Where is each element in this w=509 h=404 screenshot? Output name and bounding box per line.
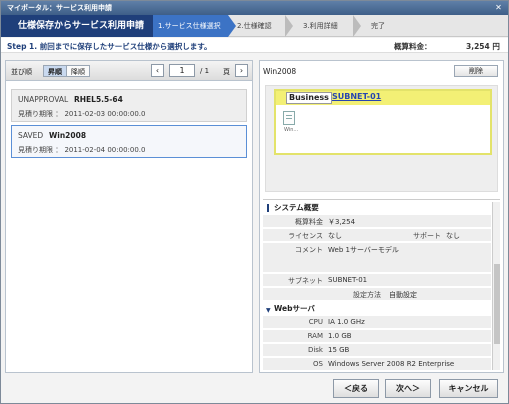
setting-label: 設定方法 xyxy=(353,291,381,299)
item-name: Win2008 xyxy=(49,131,87,140)
item-name: RHEL5.5-64 xyxy=(74,95,123,104)
detail-row: 概算料金 ￥3,254 xyxy=(263,215,491,228)
next-page-icon[interactable]: › xyxy=(235,64,248,77)
item-expiry: 見積り期限 ： 2011-02-04 00:00:00.0 xyxy=(18,146,146,154)
window-title: マイポータル：サービス利用申請 xyxy=(7,4,112,12)
step-arrow xyxy=(353,15,361,37)
cancel-button[interactable]: キャンセル xyxy=(439,379,498,398)
detail-row: RAM 1.0 GB xyxy=(263,330,491,343)
page-total: / 1 xyxy=(200,67,210,75)
subnet-link[interactable]: SUBNET-01 xyxy=(332,92,381,101)
wizard-step-3: 3.利用詳細 xyxy=(303,22,338,30)
spec-detail-panel: Win2008 削除 Business SUBNET-01 Win... システ… xyxy=(259,60,504,373)
spec-details: システム概要 概算料金 ￥3,254 ライセンス なし サポート なし コメント We… xyxy=(263,199,500,371)
wizard-step-1: 1.サービス仕様選択 xyxy=(153,15,228,37)
detail-row: コメント Web 1サーバーモデル xyxy=(263,243,491,273)
estimated-fee-value: 3,254 円 xyxy=(466,42,500,51)
delete-button[interactable]: 削除 xyxy=(454,65,498,77)
page-select[interactable]: 1 xyxy=(169,64,195,77)
sort-desc-button[interactable]: 降順 xyxy=(66,65,90,77)
system-section-heading: システム概要 xyxy=(263,202,491,213)
dialog-window: マイポータル：サービス利用申請 ✕ 仕様保存からサービス利用申請 1.サービス仕… xyxy=(0,0,509,404)
wizard-step-4: 完了 xyxy=(371,22,385,30)
server-label: Win... xyxy=(284,127,299,133)
collapse-icon[interactable]: ▼ xyxy=(266,305,271,316)
page-unit: 頁 xyxy=(223,68,230,76)
wizard-step-2: 2.仕様確認 xyxy=(237,22,272,30)
step-instruction-bar: Step 1. 前回までに保存したサービス仕様から選択します。 概算料金： 3,… xyxy=(1,38,508,53)
scrollbar-thumb[interactable] xyxy=(494,264,500,344)
business-header: Business SUBNET-01 xyxy=(276,91,490,105)
item-status: SAVED xyxy=(18,131,44,140)
detail-row: Disk 15 GB xyxy=(263,344,491,357)
support-label: サポート xyxy=(413,232,441,240)
detail-row: ライセンス なし サポート なし xyxy=(263,229,491,242)
detail-row: 設定方法 自動設定 xyxy=(263,288,491,301)
sort-label: 並び順 xyxy=(11,68,32,76)
system-diagram: Business SUBNET-01 Win... xyxy=(265,85,498,192)
step-arrow xyxy=(228,15,236,37)
support-value: なし xyxy=(446,232,460,240)
sort-asc-button[interactable]: 昇順 xyxy=(43,65,67,77)
saved-spec-list-panel: 並び順 昇順 降順 ‹ 1 / 1 頁 › UNAPPROVAL RHEL5.5… xyxy=(5,60,253,373)
step-arrow xyxy=(285,15,293,37)
item-status: UNAPPROVAL xyxy=(18,95,69,104)
list-toolbar: 並び順 昇順 降順 ‹ 1 / 1 頁 › xyxy=(6,61,252,81)
business-tag: Business xyxy=(286,92,332,104)
setting-value: 自動設定 xyxy=(389,291,417,299)
close-icon[interactable]: ✕ xyxy=(493,3,504,13)
detail-row: OS Windows Server 2008 R2 Enterprise xyxy=(263,358,491,371)
detail-title: Win2008 xyxy=(263,67,297,76)
step-instruction: Step 1. 前回までに保存したサービス仕様から選択します。 xyxy=(7,42,212,51)
wizard-title: 仕様保存からサービス利用申請 xyxy=(1,15,153,37)
business-group: Business SUBNET-01 Win... xyxy=(274,89,492,155)
list-item[interactable]: UNAPPROVAL RHEL5.5-64 見積り期限 ： 2011-02-03… xyxy=(11,89,247,122)
web-section-heading[interactable]: ▼ Webサーバ xyxy=(263,303,491,314)
wizard-bar: 仕様保存からサービス利用申請 1.サービス仕様選択 2.仕様確認 3.利用詳細 … xyxy=(1,15,508,37)
title-bar: マイポータル：サービス利用申請 ✕ xyxy=(1,1,508,15)
details-scrollbar[interactable] xyxy=(492,202,500,370)
next-button[interactable]: 次へ＞ xyxy=(385,379,431,398)
detail-row: CPU IA 1.0 GHz xyxy=(263,316,491,329)
list-item-selected[interactable]: SAVED Win2008 見積り期限 ： 2011-02-04 00:00:0… xyxy=(11,125,247,158)
back-button[interactable]: ＜戻る xyxy=(333,379,379,398)
estimated-fee-label: 概算料金： xyxy=(394,42,432,51)
item-expiry: 見積り期限 ： 2011-02-03 00:00:00.0 xyxy=(18,110,146,118)
detail-row: サブネット SUBNET-01 xyxy=(263,274,491,287)
prev-page-icon[interactable]: ‹ xyxy=(151,64,164,77)
server-icon[interactable] xyxy=(283,111,295,125)
section-marker xyxy=(267,204,269,212)
